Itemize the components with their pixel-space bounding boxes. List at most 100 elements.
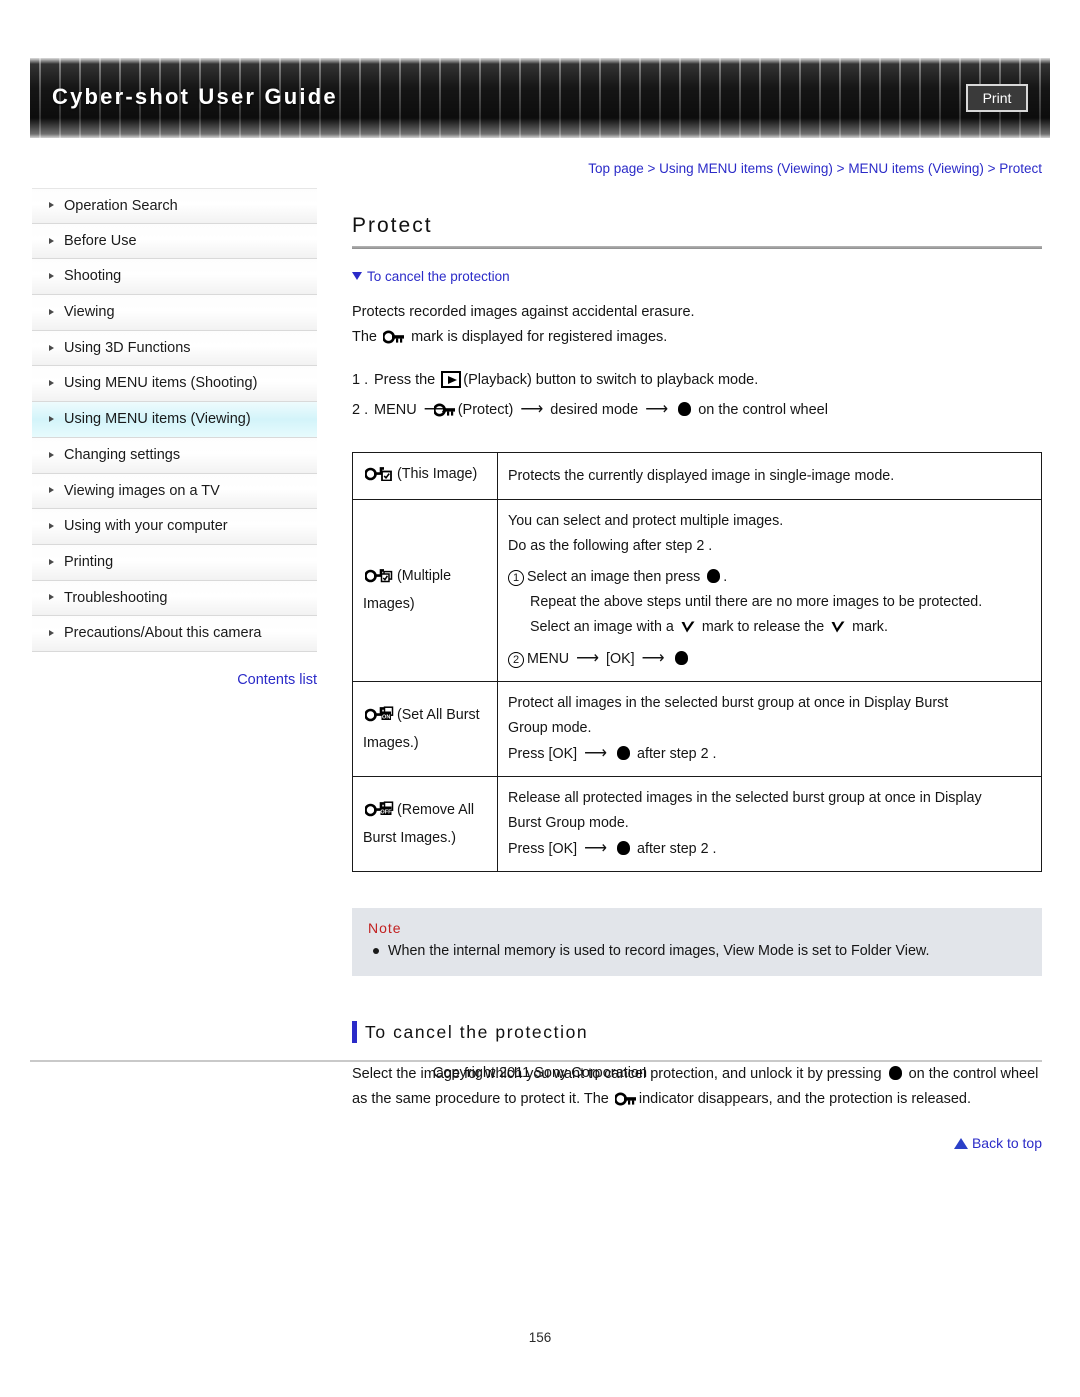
sidebar-item-using-with-your-computer[interactable]: Using with your computer [32,509,317,545]
triangle-down-icon [352,272,362,280]
note-heading: Note [368,920,402,936]
chevron-right-icon [49,523,54,530]
sidebar-item-using-menu-items-viewing[interactable]: Using MENU items (Viewing) [32,402,317,438]
protect-key-icon [382,328,405,353]
copyright-text: Copyright 2011 Sony Corporation [432,1065,648,1081]
step-2: 2 . MENU ⟶ (Protect) ⟶ desired mode ⟶ on … [352,395,1042,428]
mode-description-remove-all-burst-images: Release all protected images in the sele… [497,776,1042,872]
sidebar-item-using-3d-functions[interactable]: Using 3D Functions [32,330,317,367]
chevron-right-icon [49,380,54,387]
center-button-icon [674,651,688,665]
back-to-top-link[interactable]: Back to top [352,1135,1042,1151]
description-line: 1 Select an image then press . [508,565,1031,590]
circled-number-1: 1 [508,570,524,586]
arrow-right-icon: ⟶ [584,840,608,857]
description-line: Press [OK] ⟶ after step 2 . [508,836,1031,862]
sidebar-item-before-use[interactable]: Before Use [32,223,317,260]
mode-cell-set-all-burst-images: ON (Set All Burst Images.) [352,681,498,777]
footer-divider [30,1060,1042,1062]
description-line: Press [OK] ⟶ after step 2 . [508,741,1031,767]
description-line: Release all protected images in the sele… [508,790,982,806]
arrow-right-icon: ⟶ [576,650,600,667]
anchor-link-to-cancel-protection[interactable]: To cancel the protection [352,269,1042,284]
anchor-link-label: To cancel the protection [367,269,510,284]
contents-list-link[interactable]: Contents list [32,672,317,688]
sidebar-item-label: Using MENU items (Viewing) [64,411,251,428]
mode-label: (This Image) [397,466,478,482]
note-item: When the internal memory is used to reco… [368,940,1026,962]
chevron-right-icon [49,415,54,422]
header-banner: Cyber-shot User Guide Print [30,58,1050,138]
chevron-right-icon [49,273,54,280]
check-mark-icon [680,619,696,644]
mode-description-this-image: Protects the currently displayed image i… [497,452,1042,500]
press-ok-text: Press [OK] [508,841,578,857]
svg-text:ON: ON [382,714,390,720]
intro-line-2-after: mark is displayed for registered images. [411,329,668,345]
release-mark-text-c: mark. [852,619,888,635]
sidebar-item-changing-settings[interactable]: Changing settings [32,437,317,474]
protect-set-all-burst-icon: ON [364,705,395,731]
mode-description-set-all-burst-images: Protect all images in the selected burst… [497,681,1042,777]
breadcrumb[interactable]: Top page > Using MENU items (Viewing) > … [352,160,1042,178]
sidebar-item-shooting[interactable]: Shooting [32,259,317,296]
protect-this-image-icon [364,465,395,490]
sidebar-item-operation-search[interactable]: Operation Search [32,188,317,224]
sidebar-item-label: Viewing images on a TV [64,482,220,499]
intro-line-1: Protects recorded images against acciden… [352,304,695,320]
print-button[interactable]: Print [966,84,1028,112]
mode-cell-remove-all-burst-images: OFF (Remove All Burst Images.) [352,776,498,872]
description-line: 2 MENU ⟶ [OK] ⟶ [508,646,1031,672]
center-button-icon [617,746,631,760]
chevron-right-icon [49,630,54,637]
substep-2-menu: MENU [527,651,570,667]
protect-remove-all-burst-icon: OFF [364,800,395,826]
arrow-right-icon: ⟶ [641,650,665,667]
step-2-protect-label: (Protect) [457,402,514,418]
sidebar-item-label: Changing settings [64,446,181,463]
table-row: (This Image) Protects the currently disp… [352,452,1042,500]
section-body-part-4: indicator disappears, and the [638,1091,826,1107]
sidebar-item-label: Before Use [64,232,137,249]
description-line: Protect all images in the selected burst… [508,695,949,711]
sidebar-item-label: Troubleshooting [64,589,168,606]
document-page: Cyber-shot User Guide Print Operation Se… [0,0,1080,1397]
sidebar-item-troubleshooting[interactable]: Troubleshooting [32,580,317,617]
chevron-right-icon [49,487,54,494]
sidebar-item-viewing-images-on-a-tv[interactable]: Viewing images on a TV [32,473,317,510]
app-title: Cyber-shot User Guide [52,84,338,109]
description-line: You can select and protect multiple imag… [508,513,784,529]
table-row: ON (Set All Burst Images.) Protect all i… [352,681,1042,777]
sidebar-item-label: Precautions/About this camera [64,625,262,642]
arrow-right-icon: ⟶ [645,401,669,418]
sidebar-item-label: Using with your computer [64,518,228,535]
center-button-icon [617,841,631,855]
description-line: Do as the following after step 2 . [508,538,713,554]
page-title: Protect [352,214,433,237]
step-2-number: 2 . [352,402,369,418]
sidebar-item-using-menu-items-shooting[interactable]: Using MENU items (Shooting) [32,366,317,403]
center-button-icon [707,569,721,583]
note-box: Note When the internal memory is used to… [352,908,1042,976]
sidebar-item-precautions-about-this-camera[interactable]: Precautions/About this camera [32,616,317,652]
triangle-up-icon [953,1138,968,1149]
sidebar-item-label: Using MENU items (Shooting) [64,375,258,392]
svg-text:OFF: OFF [380,809,392,815]
description-line: Burst Group mode. [508,815,629,831]
step-2-control-wheel: on the control wheel [698,402,828,418]
center-button-icon [678,402,692,416]
description-line: Select an image with a mark to release t… [508,615,1031,644]
sidebar-item-viewing[interactable]: Viewing [32,295,317,331]
step-1: 1 . Press the (Playback) button to switch… [352,365,1042,395]
chevron-right-icon [49,202,54,209]
chevron-right-icon [49,344,54,351]
substep-1-period: . [723,569,728,585]
arrow-right-icon: ⟶ [584,745,608,762]
description-line: Protects the currently displayed image i… [508,467,895,484]
table-row: OFF (Remove All Burst Images.) Release a… [352,776,1042,872]
sidebar-item-printing[interactable]: Printing [32,544,317,581]
steps-list: 1 . Press the (Playback) button to switch… [352,365,1042,428]
step-1-number: 1 . [352,372,369,388]
playback-button-icon [441,371,462,388]
after-step-text: after step 2 . [637,746,717,762]
